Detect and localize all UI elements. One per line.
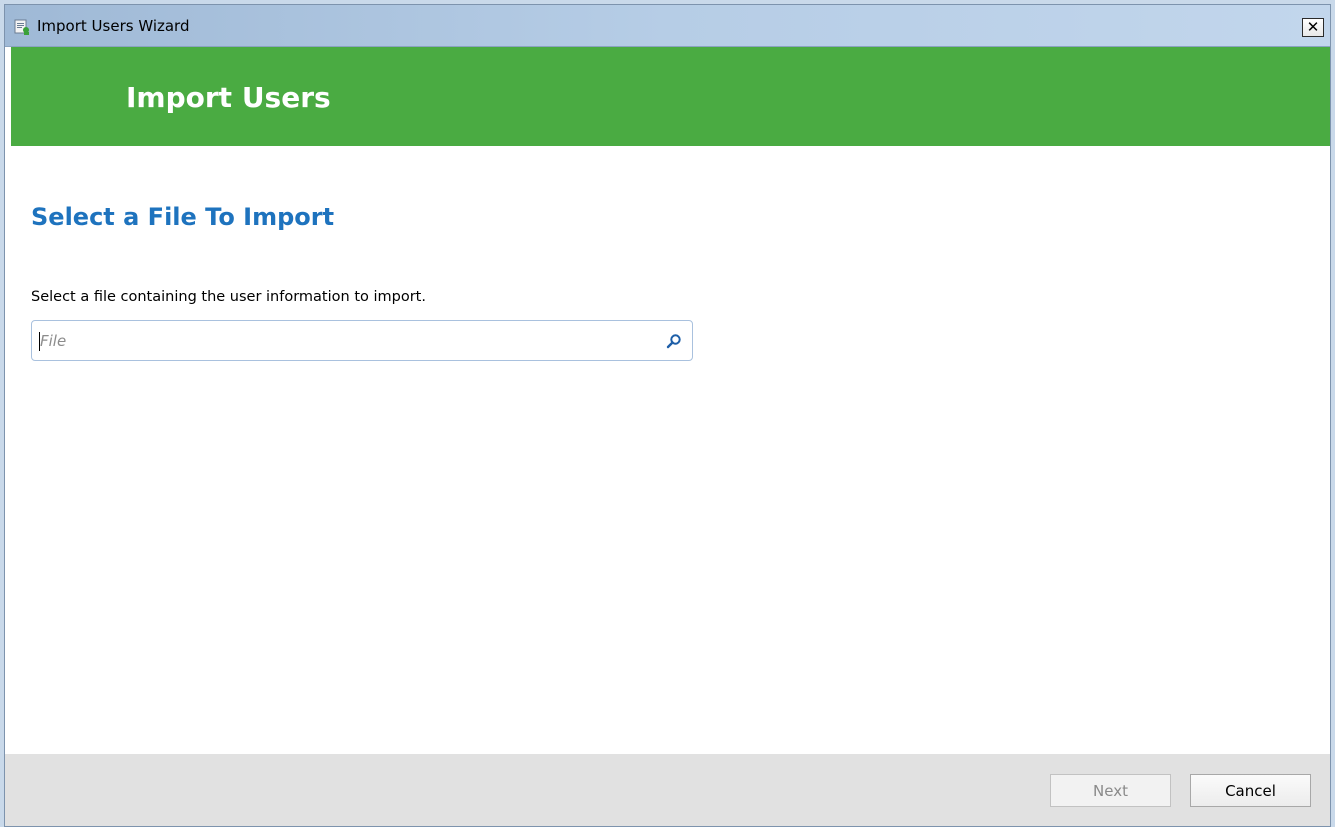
file-input[interactable] — [40, 321, 650, 360]
window-title: Import Users Wizard — [37, 17, 190, 35]
content-edge — [5, 47, 11, 826]
header-banner: Import Users — [11, 47, 1330, 146]
banner-title: Import Users — [126, 81, 331, 114]
file-input-container[interactable] — [31, 320, 693, 361]
search-icon[interactable] — [666, 333, 682, 349]
wizard-window: Import Users Wizard ✕ Import Users Selec… — [4, 4, 1331, 827]
text-caret — [39, 332, 40, 351]
next-button[interactable]: Next — [1050, 774, 1171, 807]
footer-bar: Next Cancel — [5, 754, 1330, 826]
instruction-text: Select a file containing the user inform… — [31, 289, 426, 305]
title-bar[interactable]: Import Users Wizard ✕ — [5, 5, 1330, 47]
app-icon — [14, 19, 29, 35]
close-icon: ✕ — [1306, 18, 1320, 36]
close-button[interactable]: ✕ — [1302, 18, 1324, 37]
cancel-button[interactable]: Cancel — [1190, 774, 1311, 807]
section-title: Select a File To Import — [31, 203, 335, 231]
